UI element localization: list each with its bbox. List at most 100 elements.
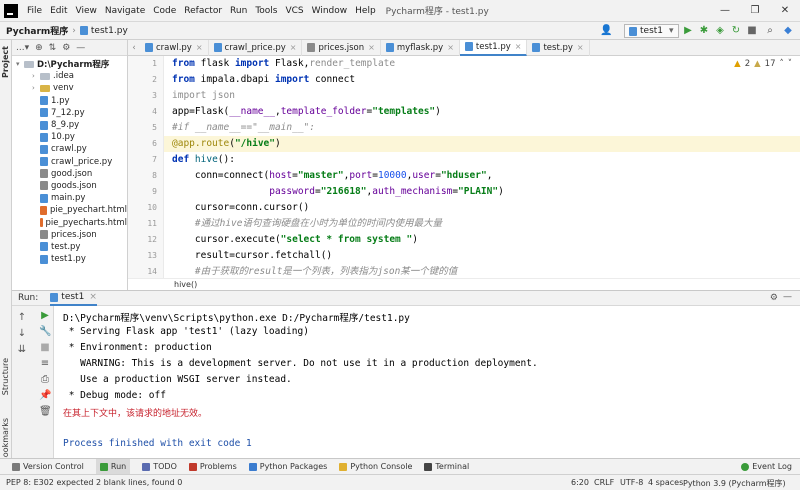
editor-tab-myflask-py[interactable]: myflask.py × bbox=[381, 39, 460, 56]
print-icon[interactable]: ⎙ bbox=[39, 374, 51, 386]
project-tool-tab[interactable]: Project bbox=[1, 46, 10, 78]
hide-icon[interactable]: — bbox=[76, 43, 85, 53]
gear-icon[interactable]: ⚙ bbox=[770, 293, 778, 303]
folder-icon bbox=[40, 72, 50, 80]
menu-navigate[interactable]: Navigate bbox=[101, 6, 149, 16]
chevron-right-icon[interactable]: › bbox=[32, 72, 40, 80]
up-arrow-icon[interactable]: ↑ bbox=[16, 312, 28, 324]
line-separator[interactable]: CRLF bbox=[594, 478, 614, 487]
caret-position[interactable]: 6:20 bbox=[571, 478, 589, 487]
indent-setting[interactable]: 4 spaces bbox=[648, 478, 683, 487]
close-icon[interactable]: × bbox=[515, 42, 522, 51]
project-tree-item[interactable]: crawl_price.py bbox=[12, 156, 127, 168]
close-icon[interactable]: × bbox=[368, 43, 375, 52]
close-icon[interactable]: × bbox=[196, 43, 203, 52]
menu-run[interactable]: Run bbox=[226, 6, 251, 16]
menu-help[interactable]: Help bbox=[351, 6, 380, 16]
project-tree-item[interactable]: › venv bbox=[12, 82, 127, 94]
structure-tool-tab[interactable]: Structure bbox=[1, 358, 10, 395]
run-console[interactable]: D:\Pycharm程序\venv\Scripts\python.exe D:/… bbox=[54, 306, 800, 458]
code-breadcrumb[interactable]: hive() bbox=[128, 278, 800, 290]
project-tree-item[interactable]: 10.py bbox=[12, 131, 127, 143]
soft-wrap-icon[interactable]: ≡ bbox=[39, 358, 51, 370]
collapse-all-icon[interactable]: ⇅ bbox=[49, 43, 57, 53]
status-message[interactable]: PEP 8: E302 expected 2 blank lines, foun… bbox=[6, 478, 182, 487]
project-tree-item[interactable]: › .idea bbox=[12, 70, 127, 82]
close-icon[interactable]: × bbox=[577, 43, 584, 52]
project-tree-item[interactable]: 1.py bbox=[12, 95, 127, 107]
menu-file[interactable]: File bbox=[23, 6, 46, 16]
project-tree-item[interactable]: test1.py bbox=[12, 253, 127, 265]
project-tree-item[interactable]: pie_pyechart.html bbox=[12, 204, 127, 216]
run-tab-test1[interactable]: test1 × bbox=[50, 291, 97, 306]
menu-vcs[interactable]: VCS bbox=[281, 6, 307, 16]
scroll-to-end-icon[interactable]: ⇊ bbox=[16, 344, 28, 356]
minimize-button[interactable]: — bbox=[710, 0, 740, 22]
bookmarks-tool-tab[interactable]: Bookmarks bbox=[1, 418, 10, 463]
menu-code[interactable]: Code bbox=[149, 6, 180, 16]
breadcrumb-project[interactable]: Pycharm程序 bbox=[6, 24, 68, 37]
tool-window-terminal[interactable]: Terminal bbox=[424, 462, 469, 471]
project-tree-item[interactable]: crawl.py bbox=[12, 143, 127, 155]
code-editor[interactable]: 1 2 3 4 5 6 7 8 9 10 11 12 13 14 ▲ 2 ▲ 17 ˄ ˅ from fl… bbox=[128, 56, 800, 278]
tool-window-python-packages[interactable]: Python Packages bbox=[248, 462, 327, 471]
rerun-icon[interactable]: ▶ bbox=[39, 310, 51, 322]
close-button[interactable]: ✕ bbox=[770, 0, 800, 22]
project-tree-item[interactable]: main.py bbox=[12, 192, 127, 204]
tool-window-python-console[interactable]: Python Console bbox=[339, 462, 412, 471]
project-tree-item[interactable]: prices.json bbox=[12, 229, 127, 241]
tool-window-version-control[interactable]: Version Control bbox=[12, 462, 84, 471]
hide-icon[interactable]: — bbox=[783, 292, 792, 302]
tool-window-icon bbox=[424, 462, 433, 471]
chevron-down-icon[interactable]: ▾ bbox=[16, 60, 24, 68]
gear-icon[interactable]: ⚙ bbox=[62, 43, 70, 53]
ide-update-icon[interactable]: ◆ bbox=[782, 25, 794, 37]
file-encoding[interactable]: UTF-8 bbox=[620, 478, 643, 487]
menu-tools[interactable]: Tools bbox=[251, 6, 281, 16]
menu-refactor[interactable]: Refactor bbox=[180, 6, 226, 16]
project-tree-item[interactable]: good.json bbox=[12, 168, 127, 180]
close-icon[interactable]: × bbox=[89, 292, 97, 302]
menu-view[interactable]: View bbox=[72, 6, 101, 16]
project-tree-item[interactable]: goods.json bbox=[12, 180, 127, 192]
run-configuration-select[interactable]: test1 ▾ bbox=[624, 24, 679, 38]
editor-tab-prices-json[interactable]: prices.json × bbox=[302, 39, 381, 56]
editor-tab-crawl-price-py[interactable]: crawl_price.py × bbox=[209, 39, 303, 56]
editor-tab-crawl-py[interactable]: crawl.py × bbox=[140, 39, 209, 56]
stop-icon[interactable]: ■ bbox=[746, 25, 758, 37]
debug-icon[interactable]: ✱ bbox=[698, 25, 710, 37]
pin-icon[interactable]: 📌 bbox=[39, 390, 51, 402]
wrench-icon[interactable]: 🔧 bbox=[39, 326, 51, 338]
project-tree-item[interactable]: ▾ D:\Pycharm程序 bbox=[12, 58, 127, 70]
menu-edit[interactable]: Edit bbox=[46, 6, 71, 16]
event-log-button[interactable]: Event Log bbox=[741, 462, 792, 471]
project-tree-item[interactable]: test.py bbox=[12, 241, 127, 253]
editor-tab-test-py[interactable]: test.py × bbox=[527, 39, 590, 56]
project-tree-item[interactable]: 7_12.py bbox=[12, 107, 127, 119]
project-tree-item[interactable]: 8_9.py bbox=[12, 119, 127, 131]
project-dropdown[interactable]: ...▾ bbox=[16, 43, 29, 53]
tool-window-problems[interactable]: Problems bbox=[188, 462, 237, 471]
search-icon[interactable]: ⌕ bbox=[764, 25, 776, 37]
stop-icon[interactable]: ■ bbox=[39, 342, 51, 354]
trash-icon[interactable]: 🗑 bbox=[39, 406, 52, 418]
rerun-icon[interactable]: ↻ bbox=[730, 25, 742, 37]
chevron-right-icon[interactable]: › bbox=[32, 84, 40, 92]
tool-window-todo[interactable]: TODO bbox=[142, 462, 177, 471]
coverage-icon[interactable]: ◈ bbox=[714, 25, 726, 37]
down-arrow-icon[interactable]: ↓ bbox=[16, 328, 28, 340]
project-tree-item[interactable]: pie_pyecharts.html bbox=[12, 216, 127, 228]
python-interpreter[interactable]: Python 3.9 (Pycharm程序) bbox=[683, 478, 786, 489]
user-icon[interactable]: 👤 bbox=[600, 25, 612, 37]
close-icon[interactable]: × bbox=[290, 43, 297, 52]
close-icon[interactable]: × bbox=[447, 43, 454, 52]
breadcrumb-file[interactable]: test1.py bbox=[91, 26, 128, 36]
inspection-widget[interactable]: ▲ 2 ▲ 17 ˄ ˅ bbox=[734, 59, 792, 69]
maximize-button[interactable]: ❐ bbox=[740, 0, 770, 22]
run-icon[interactable]: ▶ bbox=[682, 25, 694, 37]
tabs-scroll-left-icon[interactable]: ‹ bbox=[128, 43, 140, 53]
editor-tab-test1-py[interactable]: test1.py × bbox=[459, 39, 528, 56]
locate-icon[interactable]: ⊕ bbox=[35, 43, 43, 53]
tool-window-run[interactable]: Run bbox=[95, 459, 131, 474]
menu-window[interactable]: Window bbox=[308, 6, 352, 16]
